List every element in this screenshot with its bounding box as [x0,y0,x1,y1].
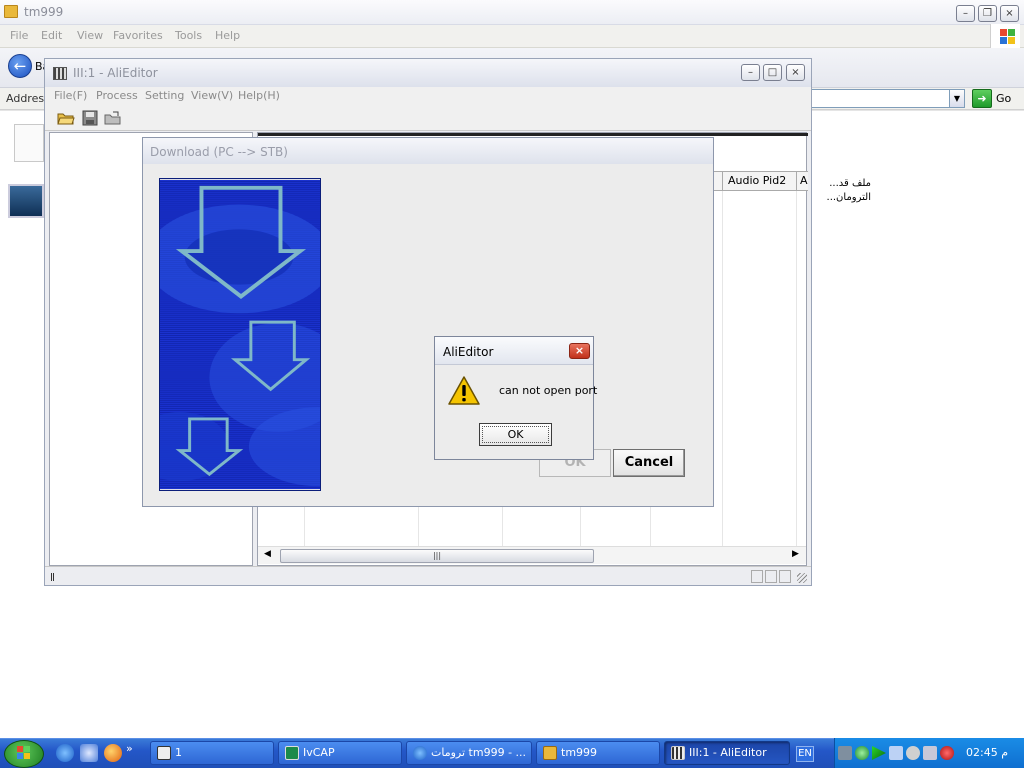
download-cancel-button[interactable]: Cancel [613,449,685,477]
save-disk-icon[interactable] [81,110,99,126]
explorer-title: tm999 [24,5,64,19]
warning-icon [448,376,480,405]
menu-setting[interactable]: Setting [145,89,184,102]
menu-tools[interactable]: Tools [175,29,202,42]
menu-help-h[interactable]: Help(H) [238,89,280,102]
menu-help[interactable]: Help [215,29,240,42]
back-arrow-icon[interactable]: ← [8,54,32,78]
error-message-box: AliEditor × can not open port OK [434,336,598,460]
resize-grip-icon[interactable] [797,573,807,583]
computer-icon[interactable] [923,746,937,760]
menu-view[interactable]: View [77,29,103,42]
taskbar-item-ivcap[interactable]: IvCAP [278,741,402,765]
alieditor-app-icon [671,746,685,760]
taskbar-item-alieditor[interactable]: III:1 - AliEditor [664,741,790,765]
status-panel [765,570,777,583]
taskbar-item-tm999[interactable]: tm999 [536,741,660,765]
message-box-titlebar[interactable]: AliEditor × [435,337,593,365]
network-icon[interactable] [838,746,852,760]
error-message-text: can not open port [499,384,598,397]
menu-favorites[interactable]: Favorites [113,29,163,42]
address-dropdown-icon[interactable]: ▼ [949,89,965,108]
download-arrows-banner-icon [159,178,321,491]
internet-explorer-icon[interactable] [56,744,74,762]
explorer-menubar: File Edit View Favorites Tools Help [0,25,1024,48]
grid-line [722,191,723,546]
alieditor-statusbar [45,566,811,585]
windows-logo-icon [990,24,1020,48]
speaker-icon[interactable] [906,746,920,760]
scroll-left-icon[interactable]: ◀ [264,549,271,559]
folder-icon [4,5,18,18]
alieditor-titlebar[interactable]: III:1 - AliEditor – □ × [45,59,811,87]
restore-button[interactable]: ❐ [978,5,997,22]
ivcap-icon [285,746,299,760]
go-label[interactable]: Go [996,92,1011,105]
windows-flag-icon [17,746,30,759]
alieditor-app-icon [53,67,67,80]
alieditor-menubar: File(F) Process Setting View(V) Help(H) [45,87,811,107]
menu-view-v[interactable]: View(V) [191,89,233,102]
close-icon[interactable]: × [569,343,590,359]
image-file-icon[interactable] [8,184,44,218]
window-icon [157,746,171,760]
quicklaunch-more-icon[interactable]: » [126,742,133,755]
firefox-icon[interactable] [104,744,122,762]
column-header-a[interactable]: A [796,172,808,190]
utorrent-icon[interactable] [855,746,869,760]
file-label-arabic: ملف قد... الترومان... [826,178,871,203]
alieditor-maximize-button[interactable]: □ [763,64,782,81]
media-player-icon[interactable] [80,744,98,762]
alieditor-minimize-button[interactable]: – [741,64,760,81]
alieditor-close-button[interactable]: × [786,64,805,81]
status-panel-icon [51,573,54,581]
go-arrow-icon[interactable]: ➜ [972,89,992,108]
grid-line [796,191,797,546]
scroll-right-icon[interactable]: ▶ [792,549,799,559]
close-button[interactable]: × [1000,5,1019,22]
message-ok-button[interactable]: OK [479,423,552,446]
display-icon[interactable] [889,746,903,760]
file-icon[interactable] [14,124,44,162]
language-indicator[interactable]: EN [796,746,814,762]
alieditor-toolbar [45,107,811,131]
download-dialog-title: Download (PC --> STB) [150,145,288,159]
scrollbar-thumb[interactable]: ||| [280,549,594,563]
address-input[interactable] [812,89,952,108]
taskbar-item-browser[interactable]: ترومات tm999 - ... [406,741,532,765]
open-folder-icon[interactable] [57,110,75,126]
internet-explorer-icon [413,746,427,760]
clock[interactable]: 02:45 م [966,746,1008,759]
folder-icon [543,746,557,760]
download-dialog-titlebar[interactable]: Download (PC --> STB) [143,138,713,164]
explorer-titlebar[interactable]: tm999 – ❐ × [0,0,1024,25]
grid-top-border [258,133,808,136]
start-button[interactable] [4,740,44,768]
menu-process[interactable]: Process [96,89,138,102]
menu-file[interactable]: File [10,29,28,42]
export-folder-icon[interactable] [104,110,122,126]
status-panel [779,570,791,583]
menu-edit[interactable]: Edit [41,29,62,42]
message-box-title: AliEditor [443,345,494,359]
horizontal-scrollbar[interactable]: ◀ ||| ▶ [258,546,806,564]
status-panel [751,570,763,583]
column-header-audio-pid2[interactable]: Audio Pid2 [722,172,798,190]
menu-file-f[interactable]: File(F) [54,89,87,102]
taskbar-item-1[interactable]: 1 [150,741,274,765]
antivirus-icon[interactable] [940,746,954,760]
download-dialog: Download (PC --> STB) OK Cancel [142,137,714,507]
alieditor-title: III:1 - AliEditor [73,66,158,80]
minimize-button[interactable]: – [956,5,975,22]
